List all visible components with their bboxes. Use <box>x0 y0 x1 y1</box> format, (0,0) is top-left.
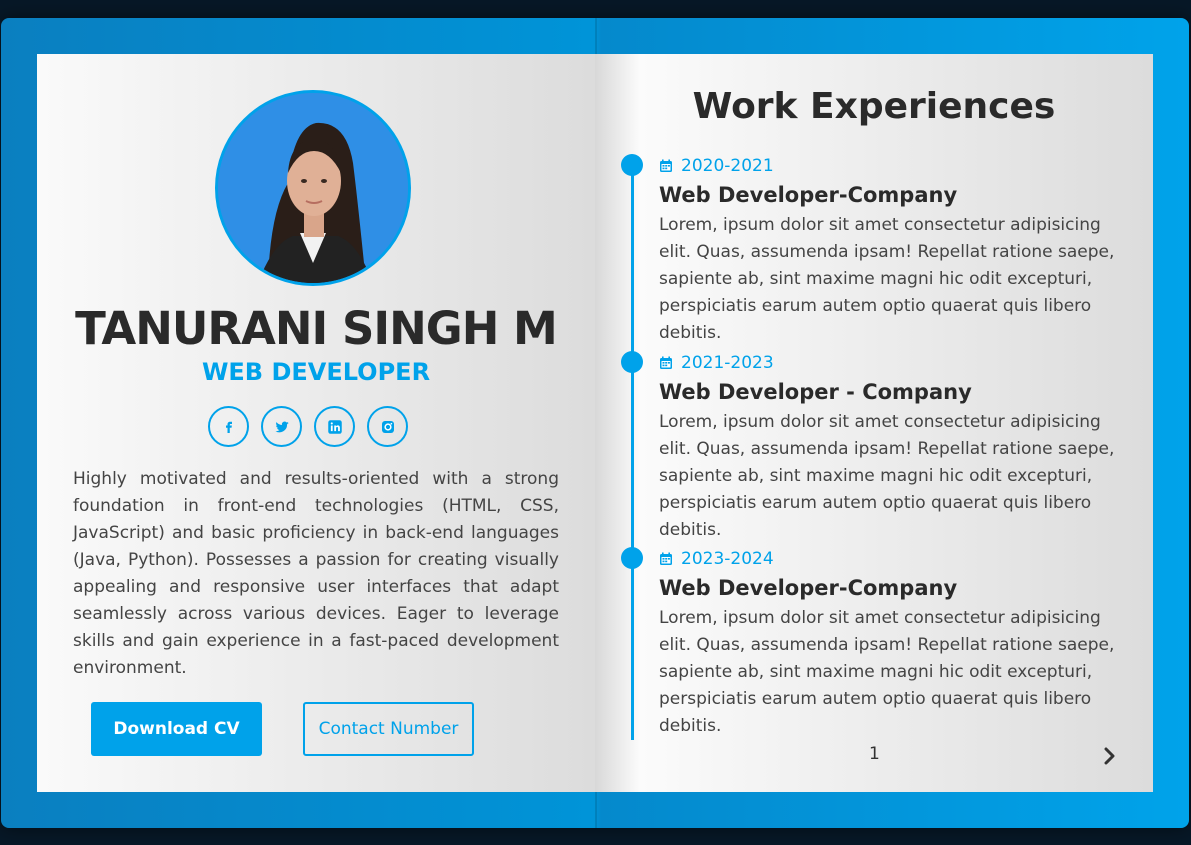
experience-description: Lorem, ipsum dolor sit amet consectetur … <box>659 215 1115 343</box>
experience-date-text: 2023-2024 <box>681 549 774 569</box>
work-experiences-title: Work Experiences <box>692 86 1056 127</box>
experience-description: Lorem, ipsum dolor sit amet consectetur … <box>659 608 1115 736</box>
download-cv-button[interactable]: Download CV <box>91 702 262 756</box>
timeline-line <box>631 166 634 740</box>
profile-role: WEB DEVELOPER <box>201 358 431 386</box>
instagram-icon <box>381 420 394 433</box>
experience-position: Web Developer-Company <box>659 576 958 600</box>
resume-book: TANURANI SINGH M WEB DEVELOPER Highly mo… <box>1 18 1189 828</box>
experience-description: Lorem, ipsum dolor sit amet consectetur … <box>659 412 1115 540</box>
profile-bio: Highly motivated and results-oriented wi… <box>73 469 559 678</box>
left-page: TANURANI SINGH M WEB DEVELOPER Highly mo… <box>37 54 595 792</box>
instagram-link[interactable] <box>367 406 408 447</box>
experience-date: 2023-2024 <box>659 549 774 569</box>
social-links <box>208 406 408 447</box>
timeline-dot <box>621 154 643 176</box>
facebook-link[interactable] <box>208 406 249 447</box>
timeline-dot <box>621 351 643 373</box>
profile-photo <box>218 93 408 283</box>
twitter-link[interactable] <box>261 406 302 447</box>
chevron-right-icon <box>1104 747 1115 765</box>
calendar-icon <box>660 552 672 565</box>
contact-number-button[interactable]: Contact Number <box>303 702 474 756</box>
experience-position: Web Developer - Company <box>659 380 972 404</box>
experience-date: 2020-2021 <box>659 156 774 176</box>
profile-avatar <box>215 90 411 286</box>
page-number: 1 <box>869 744 880 764</box>
experience-date-text: 2021-2023 <box>681 353 774 373</box>
experience-date-text: 2020-2021 <box>681 156 774 176</box>
experience-position: Web Developer-Company <box>659 183 958 207</box>
twitter-icon <box>274 421 289 432</box>
calendar-icon <box>660 356 672 369</box>
linkedin-link[interactable] <box>314 406 355 447</box>
right-page: Work Experiences 2020-2021 Web Developer… <box>595 54 1153 792</box>
profile-name: TANURANI SINGH M <box>75 302 558 355</box>
linkedin-icon <box>327 419 342 434</box>
facebook-icon <box>225 421 232 433</box>
next-page-button[interactable] <box>1097 744 1121 768</box>
experience-date: 2021-2023 <box>659 353 774 373</box>
timeline-dot <box>621 547 643 569</box>
calendar-icon <box>660 159 672 172</box>
